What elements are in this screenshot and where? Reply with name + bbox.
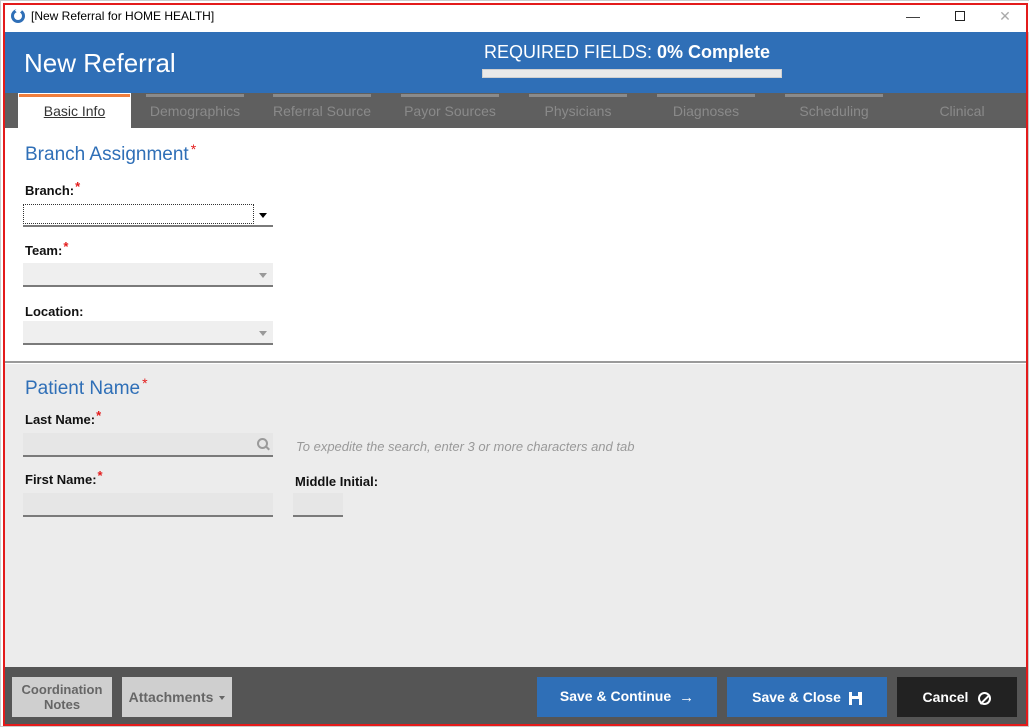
attachments-button[interactable]: Attachments <box>122 677 232 717</box>
caret-down-icon <box>219 696 226 701</box>
maximize-icon <box>955 11 965 21</box>
page-title: New Referral <box>24 48 176 78</box>
save-close-button[interactable]: Save & Close <box>727 677 887 717</box>
chevron-down-icon <box>259 213 267 218</box>
middle-initial-label: Middle Initial: <box>295 474 379 489</box>
first-name-label: First Name:* <box>25 468 103 487</box>
last-name-input[interactable] <box>23 433 273 457</box>
chevron-down-icon <box>259 331 267 336</box>
required-fields-label: REQUIRED FIELDS: <box>484 42 658 62</box>
tab-label: Physicians <box>544 103 612 119</box>
location-label: Location: <box>25 304 84 319</box>
branch-assignment-heading: Branch Assignment * <box>25 141 197 166</box>
patient-name-section: Patient Name * Last Name:* To expedite th… <box>4 364 1027 667</box>
first-name-label-text: First Name: <box>25 472 97 487</box>
branch-label-text: Branch: <box>25 183 75 198</box>
footer-action-bar: Coordination Notes Attachments Save & Co… <box>4 667 1027 725</box>
required-marker: * <box>97 468 103 483</box>
required-marker: * <box>190 141 197 157</box>
maximize-button[interactable] <box>946 5 974 27</box>
location-dropdown[interactable] <box>23 321 273 345</box>
required-fields-progress-bar <box>482 69 782 78</box>
required-marker: * <box>63 239 69 254</box>
arrow-right-icon: → <box>679 688 695 706</box>
team-label-text: Team: <box>25 243 63 258</box>
tab-label: Payor Sources <box>404 103 496 119</box>
save-continue-label: Save & Continue <box>559 688 672 705</box>
tab-referral-source[interactable]: Referral Source <box>272 93 372 128</box>
branch-label: Branch:* <box>25 179 80 198</box>
tab-physicians[interactable]: Physicians <box>528 93 628 128</box>
last-name-label-text: Last Name: <box>25 412 96 427</box>
app-refresh-icon <box>11 9 25 23</box>
tab-label: Clinical <box>939 103 985 119</box>
chevron-down-icon <box>259 273 267 278</box>
required-marker: * <box>142 375 148 391</box>
team-dropdown[interactable] <box>23 263 273 287</box>
tab-label: Demographics <box>149 103 241 119</box>
cancel-label: Cancel <box>922 689 969 705</box>
tab-basic-info[interactable]: Basic Info <box>18 93 131 128</box>
tab-label: Scheduling <box>799 103 869 119</box>
search-hint: To expedite the search, enter 3 or more … <box>296 439 635 454</box>
team-label: Team:* <box>25 239 68 258</box>
patient-name-heading: Patient Name * <box>25 375 148 400</box>
required-marker: * <box>96 408 102 423</box>
title-bar: [New Referral for HOME HEALTH] — ✕ <box>1 1 1029 32</box>
tab-demographics[interactable]: Demographics <box>145 93 245 128</box>
required-fields-percent: 0% Complete <box>657 42 771 62</box>
coordination-notes-button[interactable]: Coordination Notes <box>12 677 112 717</box>
branch-dropdown-value <box>23 204 254 224</box>
attachments-label: Attachments <box>128 689 214 705</box>
tab-label: Basic Info <box>43 103 106 119</box>
tab-clinical: Clinical <box>912 93 1012 128</box>
tab-diagnoses[interactable]: Diagnoses <box>656 93 756 128</box>
tab-label: Diagnoses <box>672 103 740 119</box>
close-window-button[interactable]: ✕ <box>991 5 1019 27</box>
cancel-button[interactable]: Cancel <box>897 677 1017 717</box>
save-close-label: Save & Close <box>752 689 841 705</box>
first-name-input[interactable] <box>23 493 273 517</box>
section-title-text: Patient Name <box>25 378 141 399</box>
last-name-label: Last Name:* <box>25 408 101 427</box>
save-continue-button[interactable]: Save & Continue → <box>537 677 717 717</box>
minimize-button[interactable]: — <box>899 5 927 27</box>
floppy-disk-icon <box>848 691 862 705</box>
middle-initial-input[interactable] <box>293 493 343 517</box>
referral-window: [New Referral for HOME HEALTH] — ✕ New R… <box>0 0 1029 727</box>
tab-payor-sources[interactable]: Payor Sources <box>400 93 500 128</box>
tab-label: Referral Source <box>272 103 372 119</box>
window-title: [New Referral for HOME HEALTH] <box>31 9 215 23</box>
required-marker: * <box>75 179 81 194</box>
referral-header: New Referral REQUIRED FIELDS: 0% Complet… <box>4 32 1027 93</box>
cancel-circle-icon <box>978 691 992 705</box>
tab-scheduling[interactable]: Scheduling <box>784 93 884 128</box>
branch-dropdown[interactable] <box>23 203 273 227</box>
required-fields-status: REQUIRED FIELDS: 0% Complete <box>484 42 770 63</box>
search-icon[interactable] <box>257 438 268 449</box>
branch-assignment-section: Branch Assignment * Branch:* Team:* Locat… <box>4 128 1027 363</box>
section-title-text: Branch Assignment <box>25 144 189 165</box>
tab-strip: Basic Info Demographics Referral Source … <box>4 93 1027 128</box>
